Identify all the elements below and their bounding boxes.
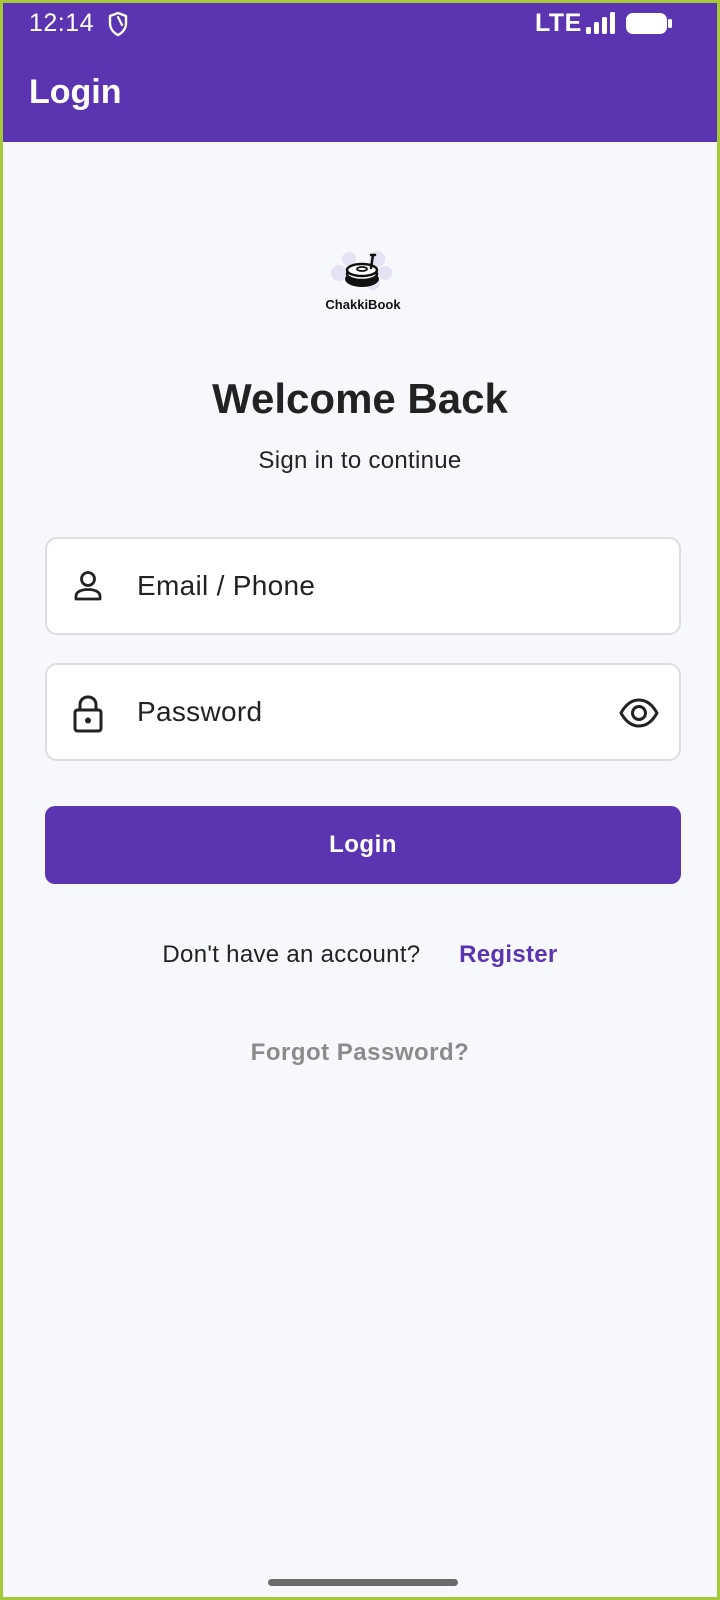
app-bar-title: Login	[29, 73, 122, 111]
register-prompt: Don't have an account?	[162, 941, 421, 968]
logo-text: ChakkiBook	[325, 297, 401, 312]
app-bar: Login	[3, 47, 717, 142]
status-bar: 12:14 LTE	[3, 3, 717, 47]
status-time: 12:14	[29, 9, 95, 37]
eye-icon[interactable]	[619, 693, 659, 738]
home-indicator[interactable]	[268, 1579, 458, 1586]
app-screen: 12:14 LTE Login ChakkiBook Welcome Back …	[0, 0, 720, 1600]
password-input[interactable]	[137, 665, 577, 759]
page-title: Welcome Back	[212, 375, 508, 422]
lock-icon	[71, 695, 105, 738]
app-logo: ChakkiBook	[313, 249, 413, 319]
shield-icon	[107, 11, 129, 42]
register-row: Don't have an account? Register	[3, 941, 717, 969]
person-icon	[71, 569, 105, 608]
grinder-logo-icon	[331, 251, 392, 290]
page-subtitle: Sign in to continue	[258, 447, 462, 474]
login-button[interactable]: Login	[45, 806, 681, 884]
battery-icon	[625, 12, 673, 41]
forgot-password-link[interactable]: Forgot Password?	[3, 1039, 717, 1067]
email-input[interactable]	[137, 539, 577, 633]
signal-icon	[585, 11, 617, 40]
network-type-label: LTE	[535, 9, 582, 37]
password-field[interactable]	[45, 663, 681, 761]
register-link[interactable]: Register	[459, 941, 557, 968]
email-field[interactable]	[45, 537, 681, 635]
